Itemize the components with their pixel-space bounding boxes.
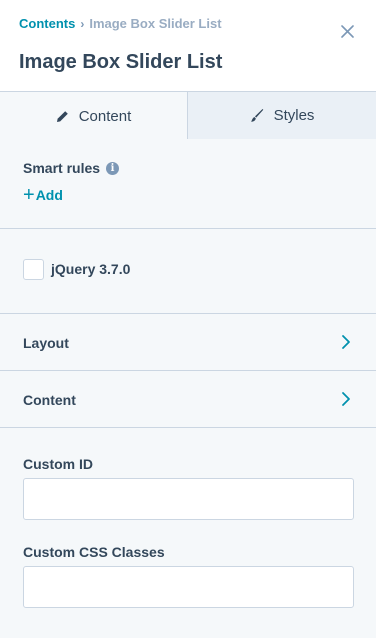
breadcrumb: Contents › Image Box Slider List — [19, 16, 222, 31]
jquery-section: jQuery 3.7.0 — [0, 229, 376, 314]
panel-header: Contents › Image Box Slider List Image B… — [0, 0, 376, 91]
tab-content-label: Content — [78, 107, 132, 125]
close-icon — [340, 24, 354, 38]
accordion-content[interactable]: Content — [0, 371, 376, 428]
accordion-layout[interactable]: Layout — [0, 314, 376, 371]
breadcrumb-separator: › — [80, 16, 85, 31]
brush-icon — [250, 108, 264, 123]
custom-css-input[interactable] — [23, 566, 354, 608]
add-smart-rule-button[interactable]: + Add — [23, 184, 63, 206]
tab-bar: Content Styles — [0, 91, 376, 140]
pencil-icon — [56, 110, 69, 123]
smart-rules-section: Smart rules i + Add — [0, 139, 376, 229]
tab-styles-label: Styles — [273, 107, 315, 124]
smart-rules-label: Smart rules i — [23, 160, 120, 176]
custom-id-input[interactable] — [23, 478, 354, 520]
breadcrumb-current: Image Box Slider List — [89, 16, 222, 31]
chevron-right-icon — [342, 392, 350, 406]
chevron-right-icon — [342, 335, 350, 349]
info-icon[interactable]: i — [106, 161, 120, 175]
jquery-checkbox[interactable] — [23, 259, 44, 280]
smart-rules-text: Smart rules — [23, 160, 101, 176]
breadcrumb-contents-link[interactable]: Contents — [19, 16, 75, 31]
custom-id-label: Custom ID — [23, 456, 93, 472]
accordion-content-label: Content — [23, 392, 76, 408]
plus-icon: + — [23, 184, 35, 206]
content-panel: Smart rules i + Add jQuery 3.7.0 Layout … — [0, 139, 376, 638]
tab-styles[interactable]: Styles — [188, 92, 376, 140]
page-title: Image Box Slider List — [19, 51, 223, 73]
jquery-checkbox-label[interactable]: jQuery 3.7.0 — [51, 261, 130, 277]
add-label: Add — [35, 187, 63, 203]
accordion-layout-label: Layout — [23, 335, 69, 351]
close-button[interactable] — [338, 22, 356, 40]
custom-css-label: Custom CSS Classes — [23, 544, 165, 560]
tab-content[interactable]: Content — [0, 92, 188, 140]
